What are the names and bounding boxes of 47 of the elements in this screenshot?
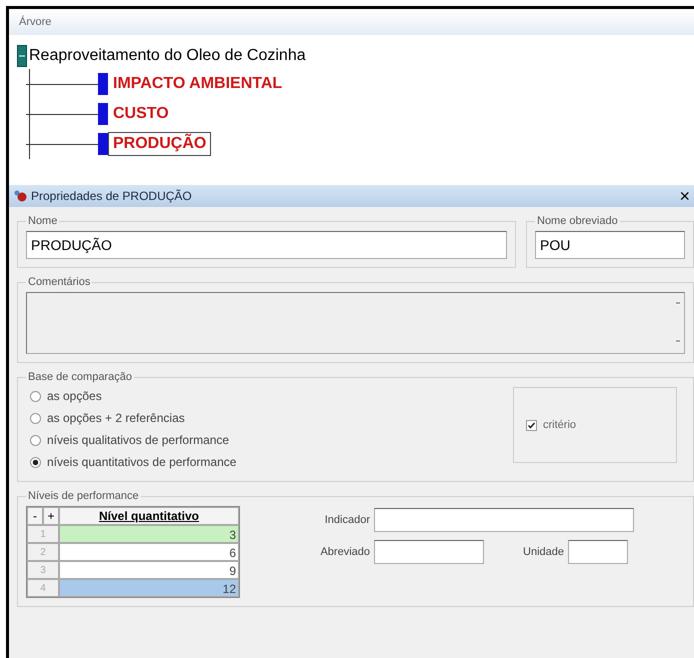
node-icon (98, 103, 108, 125)
option-label: níveis quantitativos de performance (47, 455, 236, 469)
field-label: Indicador (324, 514, 370, 526)
group-label: Nome obreviado (536, 215, 619, 227)
row-number: 4 (27, 579, 59, 597)
node-icon (98, 73, 108, 95)
short-name-field[interactable]: POU (535, 231, 685, 259)
indicator-field[interactable] (374, 508, 634, 532)
tree-node[interactable]: Reaproveitamento do Oleo de Cozinha (29, 47, 306, 65)
radio-button[interactable] (30, 412, 41, 424)
column-header[interactable]: Nível quantitativo (59, 507, 239, 525)
group-label: Comentários (27, 276, 92, 288)
option-label: as opções (47, 389, 102, 403)
tree-node[interactable]: CUSTO (108, 102, 174, 126)
comments-field[interactable] (26, 292, 685, 354)
unit-field[interactable] (568, 540, 628, 564)
checkbox[interactable] (526, 420, 537, 430)
dialog-title: Propriedades de PRODUÇÃO (31, 189, 193, 203)
node-icon (98, 133, 108, 155)
name-field[interactable]: PRODUÇÃO (26, 231, 507, 259)
close-button[interactable]: × (679, 187, 690, 205)
add-button[interactable]: + (43, 507, 59, 525)
field-label: Unidade (522, 546, 564, 558)
tree-node[interactable]: IMPACTO AMBIENTAL (108, 72, 288, 96)
group-label: Base de comparação (27, 371, 133, 383)
table-cell[interactable]: 6 (59, 543, 239, 561)
checkbox-label: critério (543, 419, 576, 431)
group-label: Nome (27, 215, 58, 227)
radio-button[interactable] (30, 390, 41, 402)
radio-button[interactable] (30, 456, 41, 468)
tree-node[interactable]: PRODUÇÃO (108, 132, 212, 156)
option-label: as opções + 2 referências (47, 411, 185, 425)
table-cell[interactable]: 12 (59, 579, 239, 597)
option-label: níveis qualitativos de performance (47, 433, 230, 447)
panel-title: Árvore (19, 16, 52, 28)
collapse-toggle[interactable] (17, 45, 27, 67)
group-label: Níveis de performance (27, 490, 140, 502)
field-label: Abreviado (319, 546, 370, 558)
row-number: 2 (27, 543, 59, 561)
table-cell[interactable]: 3 (59, 525, 239, 543)
row-number: 1 (27, 525, 59, 543)
row-number: 3 (27, 561, 59, 579)
app-icon (13, 190, 27, 202)
remove-button[interactable]: - (27, 507, 43, 525)
radio-button[interactable] (30, 434, 41, 446)
table-cell[interactable]: 9 (59, 561, 239, 579)
abbreviation-field[interactable] (374, 540, 484, 564)
